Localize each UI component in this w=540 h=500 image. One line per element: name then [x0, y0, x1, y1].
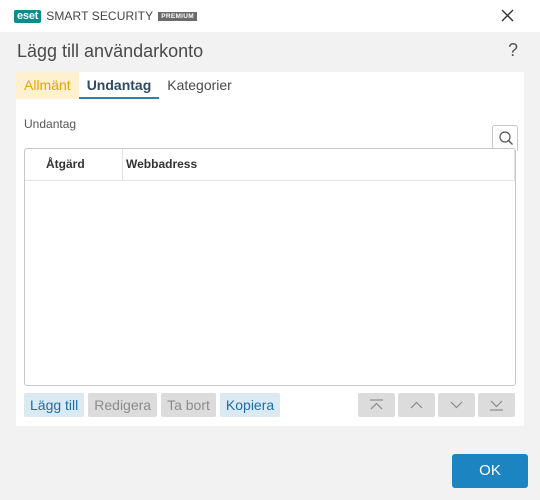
column-header-url[interactable]: Webbadress — [123, 149, 515, 180]
add-button[interactable]: Lägg till — [24, 393, 85, 417]
content-panel: Allmänt Undantag Kategorier Undantag Åtg… — [16, 72, 524, 426]
close-icon — [501, 9, 514, 22]
section-label: Undantag — [24, 117, 77, 131]
tab-exceptions[interactable]: Undantag — [78, 72, 160, 99]
brand-badge: eset — [14, 9, 42, 23]
table-actions: Lägg till Redigera Ta bort Kopiera — [24, 393, 284, 417]
tab-bar: Allmänt Undantag Kategorier — [16, 72, 240, 99]
product-name: SMART SECURITY — [46, 9, 154, 23]
dialog-title: Lägg till användarkonto — [17, 41, 204, 61]
ok-button[interactable]: OK — [452, 454, 528, 488]
close-button[interactable] — [498, 6, 518, 26]
move-bottom-button — [478, 393, 515, 417]
move-down-icon — [450, 401, 463, 409]
move-bottom-icon — [490, 400, 503, 411]
exceptions-table[interactable]: Åtgärd Webbadress — [24, 148, 516, 386]
move-top-icon — [370, 399, 383, 410]
tab-categories[interactable]: Kategorier — [159, 72, 240, 99]
tab-general[interactable]: Allmänt — [16, 72, 79, 99]
product-logo: eset SMART SECURITY PREMIUM — [14, 9, 197, 23]
table-header: Åtgärd Webbadress — [25, 149, 515, 181]
edit-button: Redigera — [88, 393, 158, 417]
move-up-button — [398, 393, 435, 417]
column-header-action[interactable]: Åtgärd — [25, 149, 123, 180]
copy-button[interactable]: Kopiera — [219, 393, 281, 417]
ordering-buttons — [358, 393, 518, 417]
move-up-icon — [410, 401, 423, 409]
title-bar: eset SMART SECURITY PREMIUM — [0, 0, 540, 32]
edition-badge: PREMIUM — [158, 11, 197, 21]
remove-button: Ta bort — [161, 393, 216, 417]
search-icon — [499, 131, 513, 145]
help-icon[interactable]: ? — [508, 40, 518, 61]
move-top-button — [358, 393, 395, 417]
move-down-button — [438, 393, 475, 417]
